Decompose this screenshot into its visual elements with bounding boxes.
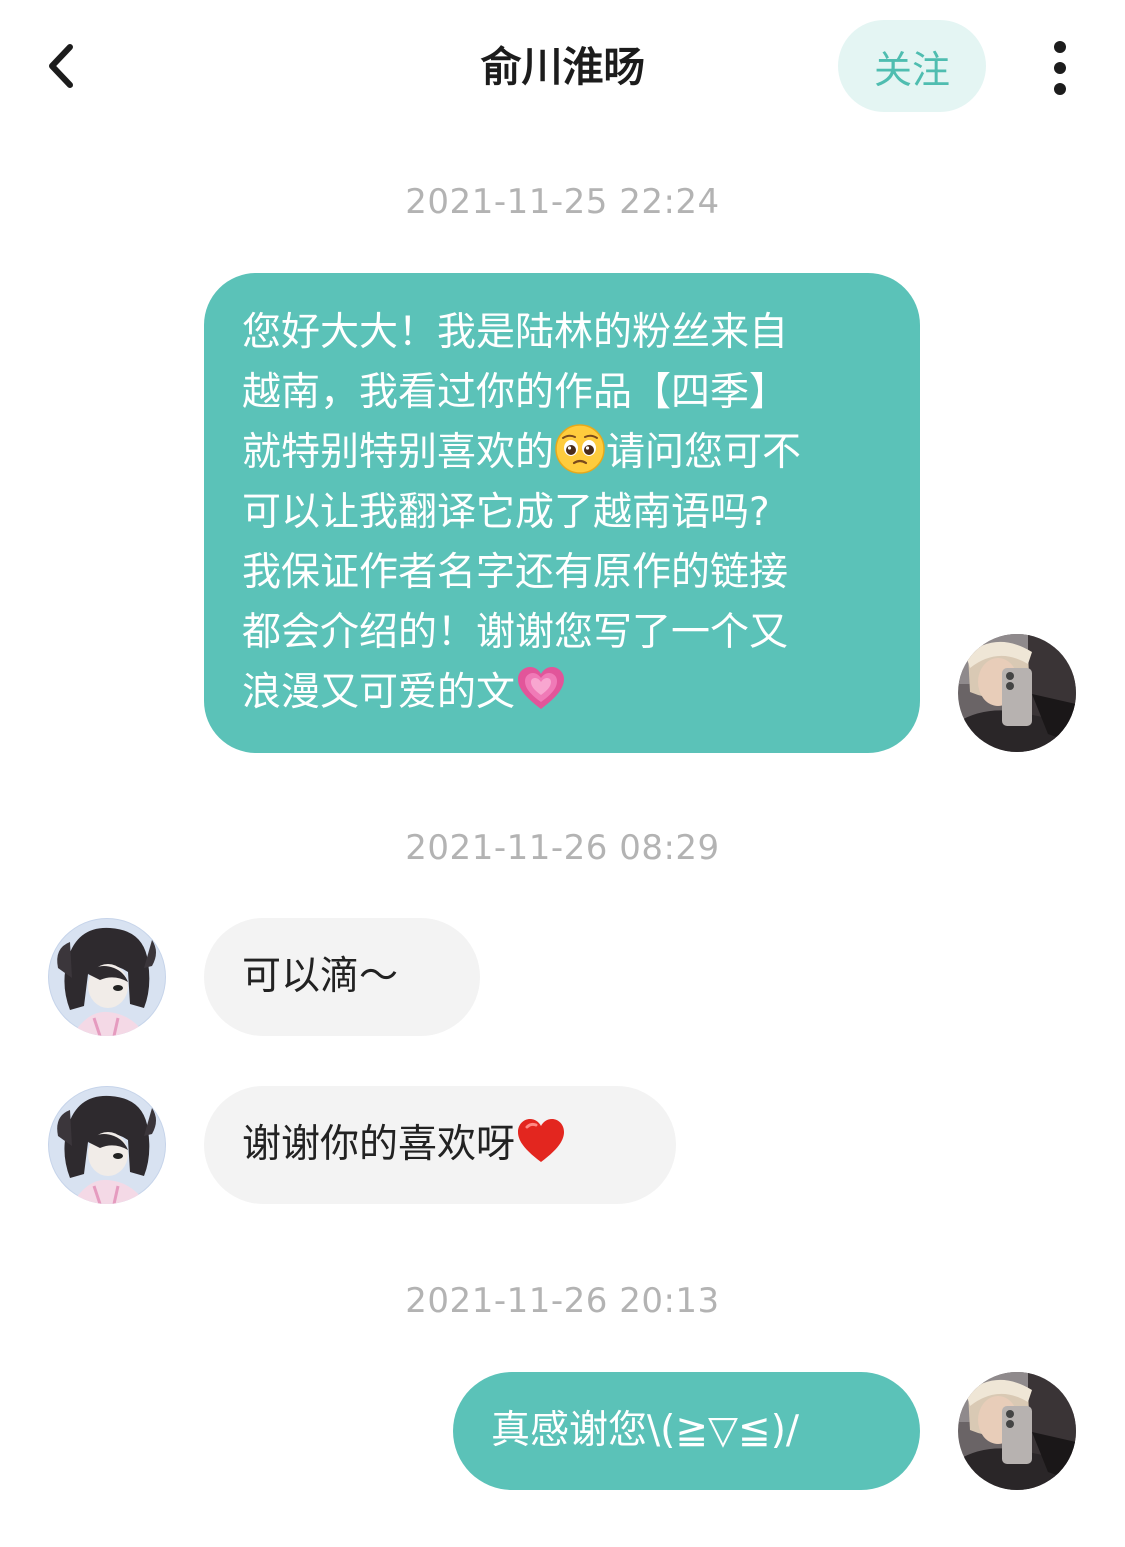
message-text: 真感谢您\(≧▽≦)/ [491, 1408, 800, 1453]
more-vertical-icon [1054, 40, 1066, 53]
message-line: 都会介绍的！谢谢您写了一个又 [242, 610, 789, 655]
message-line: 就特别特别喜欢的 请问您可不 [242, 423, 890, 483]
message-line: 可以让我翻译它成了越南语吗? [242, 490, 770, 535]
contact-avatar[interactable] [48, 1086, 166, 1204]
message-line: 您好大大！我是陆林的粉丝来自 [242, 310, 789, 355]
received-message-bubble[interactable]: 可以滴～ [204, 918, 480, 1036]
message-text: 就特别特别喜欢的 [242, 430, 555, 475]
red-heart-emoji [515, 1115, 567, 1167]
message-timestamp: 2021-11-26 08:29 [405, 828, 720, 868]
growing-heart-emoji [515, 663, 567, 715]
more-dot [1054, 82, 1066, 95]
back-button[interactable] [30, 30, 90, 105]
message-line: 越南，我看过你的作品【四季】 [242, 370, 789, 415]
chat-header: 俞川淮旸 关注 [0, 0, 1125, 135]
received-message-bubble[interactable]: 谢谢你的喜欢呀 [204, 1086, 676, 1204]
message-text: 谢谢你的喜欢呀 [242, 1122, 516, 1167]
message-line: 我保证作者名字还有原作的链接 [242, 550, 789, 595]
more-dot [1054, 61, 1066, 74]
message-text: 浪漫又可爱的文 [242, 670, 516, 715]
message-timestamp: 2021-11-25 22:24 [405, 182, 720, 222]
chevron-left-icon [40, 41, 80, 95]
follow-button[interactable]: 关注 [838, 20, 986, 112]
message-text: 请问您可不 [606, 430, 802, 475]
more-options-button[interactable] [1030, 30, 1090, 105]
my-avatar[interactable] [958, 1372, 1076, 1490]
my-avatar[interactable] [958, 634, 1076, 752]
message-line: 浪漫又可爱的文 [242, 663, 890, 723]
sent-message-bubble[interactable]: 您好大大！我是陆林的粉丝来自 越南，我看过你的作品【四季】 就特别特别喜欢的 请… [204, 273, 920, 753]
contact-avatar[interactable] [48, 918, 166, 1036]
message-text: 可以滴～ [242, 954, 399, 999]
message-timestamp: 2021-11-26 20:13 [405, 1281, 720, 1321]
pleading-face-emoji [554, 423, 606, 475]
sent-message-bubble[interactable]: 真感谢您\(≧▽≦)/ [453, 1372, 920, 1490]
